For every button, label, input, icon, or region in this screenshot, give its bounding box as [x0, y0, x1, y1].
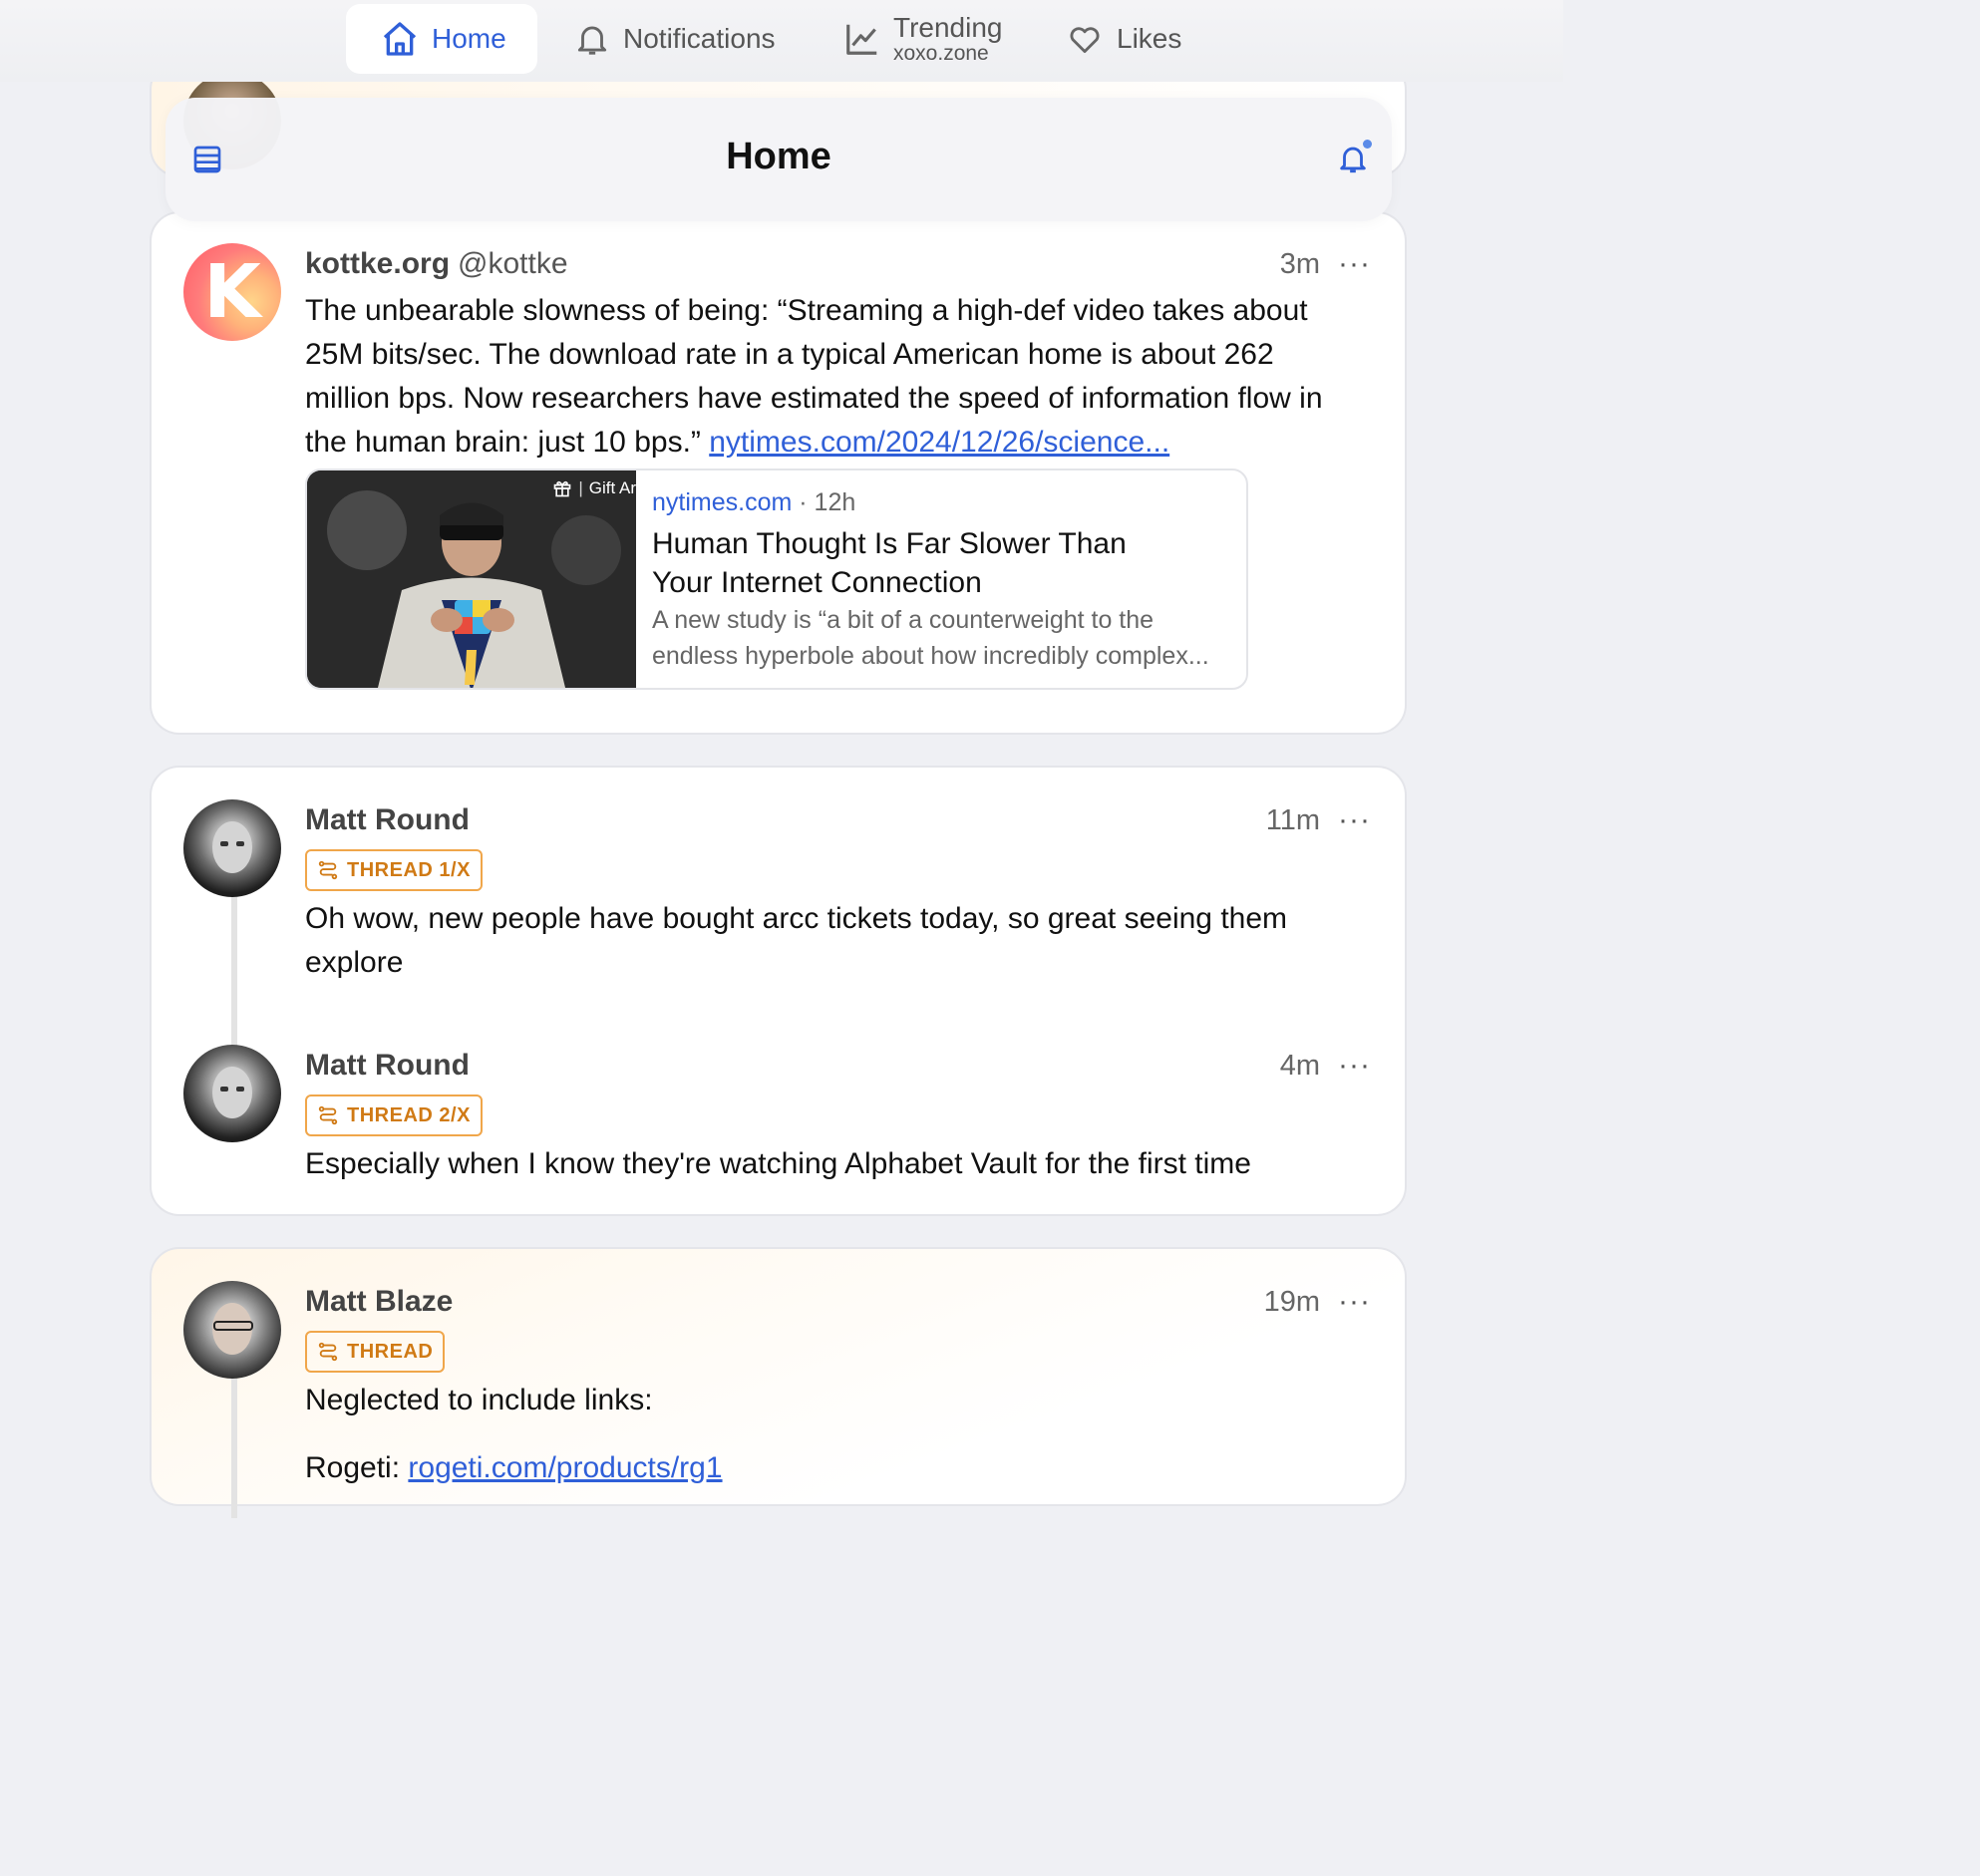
avatar[interactable]: [183, 1045, 281, 1142]
avatar[interactable]: [183, 1281, 281, 1379]
post-header: Matt Round 11m ···: [305, 803, 1371, 837]
nav-trending-label: Trending: [893, 12, 1003, 44]
link-label: Rogeti:: [305, 1451, 409, 1484]
more-options-button[interactable]: ···: [1338, 247, 1371, 281]
author-handle[interactable]: @kottke: [458, 247, 568, 281]
more-options-button[interactable]: ···: [1338, 1049, 1371, 1083]
thread-badge: THREAD 2/X: [305, 1094, 483, 1136]
gift-icon: [554, 480, 571, 497]
more-options-button[interactable]: ···: [1338, 1285, 1371, 1319]
preview-title: Human Thought Is Far Slower Than Your In…: [652, 527, 1127, 599]
avatar-glasses: [213, 1321, 253, 1331]
post-header: Matt Blaze 19m ···: [305, 1285, 1371, 1319]
nav-notifications[interactable]: Notifications: [573, 4, 776, 74]
bell-icon: [577, 26, 607, 55]
post-text: The unbearable slowness of being: “Strea…: [305, 289, 1357, 465]
post-text: Neglected to include links:: [305, 1384, 653, 1416]
nav-likes[interactable]: Likes: [1065, 4, 1181, 74]
post-time[interactable]: 4m: [1280, 1050, 1320, 1083]
author-name[interactable]: Matt Blaze: [305, 1285, 453, 1319]
preview-image: | Gift Ar: [307, 470, 636, 688]
nav-trending[interactable]: Trending xoxo.zone: [843, 4, 1002, 74]
link-preview-card[interactable]: | Gift Ar nytimes.com · 12h Human Though…: [305, 469, 1248, 690]
top-nav: Home Notifications Trending xoxo.zone Li…: [0, 0, 1563, 82]
post-card[interactable]: K kottke.org @kottke 3m ··· The unbearab…: [150, 211, 1407, 735]
post-text: Oh wow, new people have bought arcc tick…: [305, 902, 1288, 979]
post-link[interactable]: rogeti.com/products/rg1: [408, 1451, 722, 1484]
post-header: Matt Round 4m ···: [305, 1049, 1371, 1083]
preview-domain[interactable]: nytimes.com: [652, 488, 792, 516]
author-name[interactable]: Matt Round: [305, 803, 470, 837]
avatar[interactable]: [183, 799, 281, 897]
nav-trending-instance: xoxo.zone: [893, 41, 989, 65]
thread-icon: [318, 860, 338, 880]
thread-icon: [318, 1105, 338, 1125]
page-header: Home: [165, 98, 1392, 221]
unread-dot: [1363, 140, 1372, 149]
avatar-eye: [220, 841, 228, 846]
post-time[interactable]: 11m: [1266, 804, 1320, 837]
post-header: kottke.org @kottke 3m ···: [305, 247, 1371, 281]
thread-icon: [318, 1342, 338, 1362]
preview-age: · 12h: [799, 488, 856, 516]
avatar-eye: [236, 1087, 244, 1092]
thread-badge: THREAD: [305, 1331, 446, 1373]
thread-connector: [231, 1379, 237, 1518]
thread-badge-label: THREAD 1/X: [347, 858, 471, 881]
post-link[interactable]: nytimes.com/2024/12/26/science...: [709, 426, 1169, 459]
thread-badge: THREAD 1/X: [305, 849, 483, 891]
post-link-line: Rogeti: rogeti.com/products/rg1: [305, 1446, 1357, 1490]
thread-badge-label: THREAD 2/X: [347, 1103, 471, 1126]
thread-badge-label: THREAD: [347, 1340, 434, 1363]
post-card[interactable]: Matt Blaze 19m ··· THREAD Neglected to i…: [150, 1247, 1407, 1518]
nav-notifications-label: Notifications: [623, 23, 776, 54]
avatar[interactable]: K: [183, 243, 281, 341]
page-title: Home: [726, 136, 831, 177]
avatar-face: [212, 1067, 252, 1118]
trending-chart-icon: [846, 24, 877, 55]
nav-likes-label: Likes: [1117, 23, 1182, 54]
post-time[interactable]: 3m: [1280, 248, 1320, 281]
author-name[interactable]: kottke.org: [305, 247, 450, 281]
author-name[interactable]: Matt Round: [305, 1049, 470, 1083]
heart-icon: [1070, 27, 1100, 54]
post-text: Especially when I know they're watching …: [305, 1147, 1251, 1180]
home-icon: [383, 22, 417, 56]
post-card[interactable]: Matt Round 11m ··· THREAD 1/X Oh wow, ne…: [150, 766, 1407, 1216]
avatar-eye: [236, 841, 244, 846]
nav-home[interactable]: Home: [346, 4, 537, 74]
gift-article-badge: | Gift Ar: [552, 478, 636, 498]
preview-meta: nytimes.com · 12h: [652, 488, 855, 517]
gift-label: Gift Ar: [588, 478, 636, 497]
avatar-eye: [220, 1087, 228, 1092]
avatar-face: [212, 821, 252, 873]
preview-description: A new study is “a bit of a counterweight…: [652, 606, 1209, 670]
nav-home-label: Home: [432, 23, 506, 54]
preview-photo-illustration: [307, 470, 636, 688]
avatar-letter: K: [203, 249, 261, 335]
more-options-button[interactable]: ···: [1338, 803, 1371, 837]
post-time[interactable]: 19m: [1264, 1286, 1320, 1319]
